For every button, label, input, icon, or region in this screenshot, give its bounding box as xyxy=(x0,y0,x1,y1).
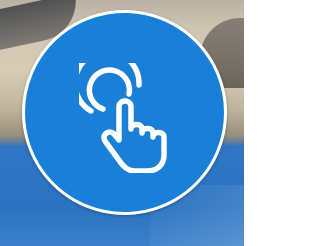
tap-touch-icon xyxy=(79,63,167,173)
screenshot-stage xyxy=(0,0,244,246)
tap-badge-button[interactable] xyxy=(22,10,227,215)
